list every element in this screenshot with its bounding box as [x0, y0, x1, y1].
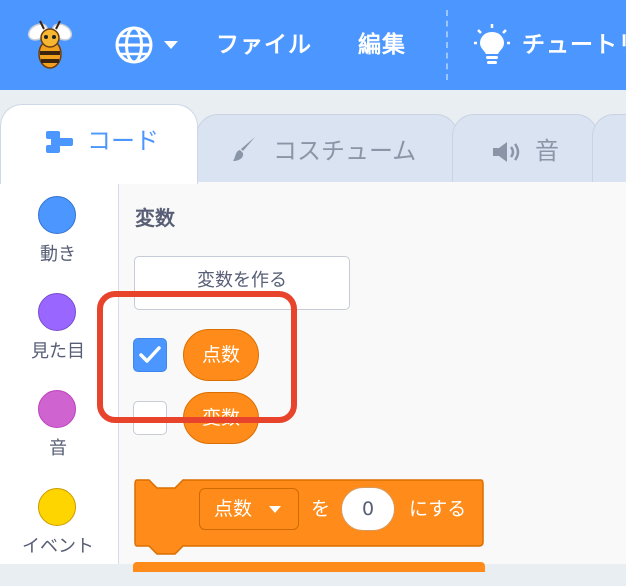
dropdown-label: 点数 — [214, 498, 253, 520]
tab-costumes[interactable]: コスチューム — [196, 114, 458, 188]
block-text-to: を — [311, 498, 331, 520]
menu-bar: ファイル 編集 チュートリ — [0, 0, 626, 90]
tab-sounds-label: 音 — [535, 137, 559, 165]
speaker-icon — [493, 142, 520, 162]
category-dot — [38, 488, 76, 526]
lightbulb-icon[interactable] — [474, 24, 510, 66]
scratch-cat-bee-logo[interactable] — [24, 16, 76, 72]
category-dot — [38, 196, 76, 234]
file-menu[interactable]: ファイル — [216, 27, 312, 63]
menu-divider — [446, 10, 448, 80]
tab-overflow — [592, 114, 626, 188]
variable-dropdown[interactable]: 点数 — [199, 488, 299, 530]
tab-code-label: コード — [87, 127, 159, 155]
chevron-down-icon — [269, 506, 281, 513]
chevron-down-icon[interactable] — [163, 40, 179, 50]
code-blocks-icon — [46, 131, 73, 153]
category-label: イベント — [22, 536, 94, 557]
category-events[interactable]: イベント — [0, 488, 118, 586]
tab-code[interactable]: コード — [0, 104, 198, 184]
block-text-suffix: にする — [409, 498, 467, 520]
category-dot — [38, 293, 76, 331]
globe-icon[interactable] — [113, 24, 155, 66]
paintbrush-icon — [233, 137, 255, 161]
category-label: 動き — [40, 244, 76, 265]
block-palette: 変数 変数を作る 点数 変数 点数 を 0 にする — [97, 182, 626, 572]
tutorials-menu[interactable]: チュートリ — [522, 27, 626, 63]
highlight-annotation — [97, 291, 297, 423]
tab-sounds[interactable]: 音 — [452, 114, 598, 188]
category-motion[interactable]: 動き — [0, 196, 118, 294]
value-input[interactable]: 0 — [341, 487, 395, 531]
set-variable-block[interactable]: 点数 を 0 にする — [133, 478, 485, 558]
section-title: 変数 — [135, 206, 175, 230]
category-label: 音 — [49, 438, 67, 459]
tab-costumes-label: コスチューム — [273, 137, 417, 165]
edit-menu[interactable]: 編集 — [358, 27, 406, 63]
category-dot — [38, 390, 76, 428]
